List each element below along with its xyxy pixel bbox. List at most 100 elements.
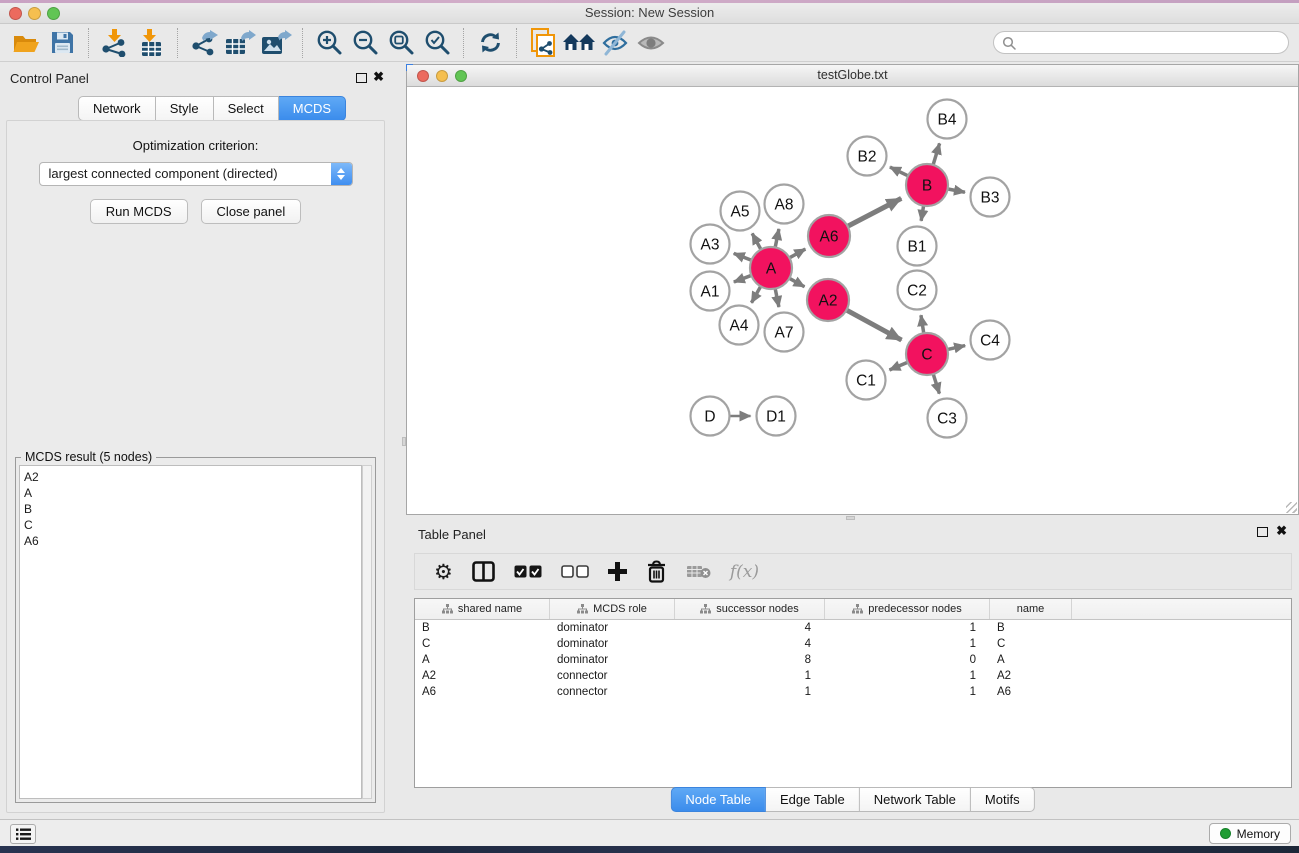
table-cell[interactable]: 1	[825, 638, 990, 650]
table-row[interactable]: Bdominator41B	[415, 620, 1291, 636]
criterion-dropdown[interactable]: largest connected component (directed)	[39, 162, 353, 186]
table-cell[interactable]: A	[990, 654, 1072, 666]
table-cell[interactable]: A2	[415, 670, 550, 682]
column-header-shared-name[interactable]: shared name	[415, 599, 550, 619]
table-cell[interactable]: connector	[550, 686, 675, 698]
table-cell[interactable]: A2	[990, 670, 1072, 682]
create-column-plus-icon[interactable]	[608, 562, 627, 581]
edge-A-A2[interactable]	[788, 278, 804, 287]
tab-network[interactable]: Network	[78, 96, 156, 121]
network-canvas[interactable]: B4B2BB3A5A8A6A3B1AA1C2A2A4A7C4CC1DD1C3	[407, 87, 1298, 514]
table-cell[interactable]: 4	[675, 638, 825, 650]
result-item[interactable]: A6	[24, 533, 361, 549]
tab-node-table[interactable]: Node Table	[670, 787, 766, 812]
float-panel-icon[interactable]	[356, 73, 367, 83]
edge-A-A3[interactable]	[734, 253, 753, 260]
open-session-button[interactable]	[8, 27, 44, 59]
import-network-button[interactable]	[97, 27, 133, 59]
edge-C-C1[interactable]	[889, 362, 908, 370]
table-cell[interactable]: 1	[825, 622, 990, 634]
show-tasks-button[interactable]	[10, 824, 36, 844]
close-panel-icon[interactable]: ✖	[373, 69, 384, 85]
table-cell[interactable]: A	[415, 654, 550, 666]
edge-A-A5[interactable]	[752, 233, 761, 250]
table-cell[interactable]: dominator	[550, 622, 675, 634]
tab-motifs[interactable]: Motifs	[971, 787, 1035, 812]
edge-A2-C[interactable]	[846, 310, 902, 341]
export-image-button[interactable]	[258, 27, 294, 59]
export-network-button[interactable]	[186, 27, 222, 59]
zoom-window-button[interactable]	[47, 7, 60, 20]
node-table[interactable]: shared name MCDS role successor nodes pr…	[414, 598, 1292, 788]
close-panel-button[interactable]: Close panel	[201, 199, 302, 224]
table-cell[interactable]: 1	[675, 670, 825, 682]
table-cell[interactable]: dominator	[550, 654, 675, 666]
edge-A-A6[interactable]	[789, 249, 806, 258]
table-cell[interactable]: A6	[415, 686, 550, 698]
result-item[interactable]: A	[24, 485, 361, 501]
export-table-button[interactable]	[222, 27, 258, 59]
table-cell[interactable]: B	[990, 622, 1072, 634]
result-item[interactable]: B	[24, 501, 361, 517]
table-cell[interactable]: A6	[990, 686, 1072, 698]
show-columns-icon[interactable]	[472, 561, 495, 582]
column-header-successor-nodes[interactable]: successor nodes	[675, 599, 825, 619]
table-cell[interactable]: 1	[825, 670, 990, 682]
table-cell[interactable]: 1	[825, 686, 990, 698]
memory-button[interactable]: Memory	[1209, 823, 1291, 844]
zoom-network-window-button[interactable]	[455, 70, 467, 82]
tab-select[interactable]: Select	[214, 96, 279, 121]
main-titlebar[interactable]: Session: New Session	[0, 3, 1299, 24]
network-window-titlebar[interactable]: testGlobe.txt	[407, 65, 1298, 87]
search-input[interactable]	[1016, 36, 1280, 50]
column-header-predecessor-nodes[interactable]: predecessor nodes	[825, 599, 990, 619]
column-header-mcds-role[interactable]: MCDS role	[550, 599, 675, 619]
close-network-window-button[interactable]	[417, 70, 429, 82]
hide-graphics-details-button[interactable]	[597, 27, 633, 59]
show-graphics-details-button[interactable]	[633, 27, 669, 59]
edge-C-C4[interactable]	[947, 346, 966, 350]
table-row[interactable]: A6connector11A6	[415, 684, 1291, 700]
table-cell[interactable]: connector	[550, 670, 675, 682]
network-graph[interactable]: B4B2BB3A5A8A6A3B1AA1C2A2A4A7C4CC1DD1C3	[407, 87, 1298, 514]
edge-A-A4[interactable]	[751, 285, 761, 302]
tab-style[interactable]: Style	[156, 96, 214, 121]
new-session-from-file-button[interactable]	[525, 27, 561, 59]
apply-layout-button[interactable]	[472, 27, 508, 59]
result-item[interactable]: C	[24, 517, 361, 533]
zoom-out-button[interactable]	[347, 27, 383, 59]
minimize-network-window-button[interactable]	[436, 70, 448, 82]
tab-network-table[interactable]: Network Table	[860, 787, 971, 812]
edge-B-B1[interactable]	[921, 205, 924, 221]
run-mcds-button[interactable]: Run MCDS	[90, 199, 188, 224]
table-cell[interactable]: 1	[675, 686, 825, 698]
function-builder-icon[interactable]: f(x)	[730, 562, 759, 582]
delete-column-trash-icon[interactable]	[646, 560, 667, 583]
tab-mcds[interactable]: MCDS	[279, 96, 346, 121]
table-cell[interactable]: 4	[675, 622, 825, 634]
zoom-selected-button[interactable]	[419, 27, 455, 59]
table-row[interactable]: A2connector11A2	[415, 668, 1291, 684]
column-header-name[interactable]: name	[990, 599, 1072, 619]
edge-A-A8[interactable]	[775, 229, 779, 248]
edge-C-C3[interactable]	[933, 373, 939, 394]
select-all-columns-icon[interactable]	[514, 565, 542, 578]
delete-table-icon[interactable]	[686, 564, 711, 579]
edge-C-C2[interactable]	[921, 315, 924, 334]
close-table-panel-icon[interactable]: ✖	[1276, 523, 1287, 539]
table-settings-gear-icon[interactable]: ⚙	[434, 560, 453, 584]
table-row[interactable]: Adominator80A	[415, 652, 1291, 668]
deselect-all-columns-icon[interactable]	[561, 565, 589, 578]
import-table-button[interactable]	[133, 27, 169, 59]
table-cell[interactable]: C	[990, 638, 1072, 650]
edge-B-B3[interactable]	[947, 189, 965, 192]
vertical-splitter-handle[interactable]	[402, 437, 406, 446]
home-view-button[interactable]	[561, 27, 597, 59]
edge-B-B2[interactable]	[890, 167, 909, 176]
close-window-button[interactable]	[9, 7, 22, 20]
mcds-result-list[interactable]: A2 A B C A6	[19, 465, 362, 799]
edge-B-B4[interactable]	[933, 143, 940, 165]
search-field[interactable]	[993, 31, 1289, 54]
table-cell[interactable]: dominator	[550, 638, 675, 650]
resize-grip-icon[interactable]	[1286, 502, 1297, 513]
